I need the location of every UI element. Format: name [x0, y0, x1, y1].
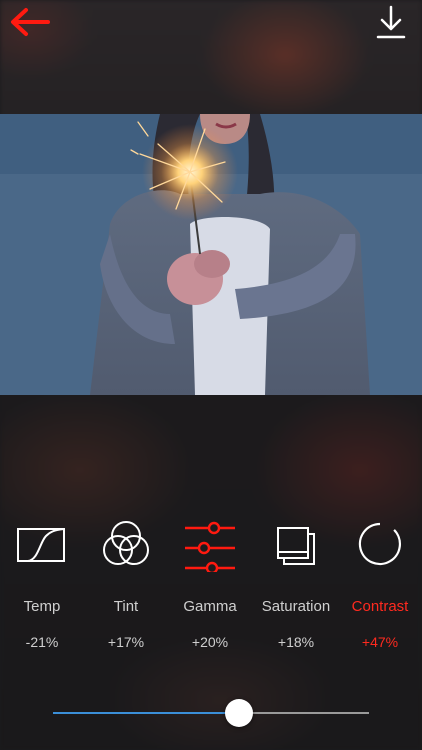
- curve-square-icon: [14, 516, 70, 572]
- open-circle-icon: [352, 516, 408, 572]
- adjustment-slider[interactable]: [53, 698, 369, 728]
- tool-label: Contrast: [351, 598, 409, 615]
- tool-value: +47%: [361, 634, 399, 650]
- stacked-squares-icon: [268, 516, 324, 572]
- tool-value: +17%: [107, 634, 145, 650]
- adjustment-toolbar: Temp -21% Tint +17% Gamma +20% Saturatio…: [0, 512, 422, 672]
- back-button[interactable]: [8, 4, 54, 40]
- tool-value: +20%: [191, 634, 229, 650]
- tool-contrast[interactable]: Contrast +47%: [338, 512, 422, 662]
- tool-tint[interactable]: Tint +17%: [84, 512, 168, 662]
- tool-saturation[interactable]: Saturation +18%: [254, 512, 338, 662]
- top-bar: [0, 0, 422, 60]
- tool-label: Gamma: [183, 598, 237, 615]
- photo-preview: [0, 114, 422, 395]
- tool-temp[interactable]: Temp -21%: [0, 512, 84, 662]
- arrow-left-icon: [11, 8, 50, 36]
- tool-label: Temp: [23, 598, 61, 615]
- tool-value: -21%: [25, 634, 59, 650]
- photo-image: [0, 114, 422, 395]
- tool-gamma[interactable]: Gamma +20%: [168, 512, 252, 662]
- sliders-icon: [182, 516, 238, 575]
- slider-thumb[interactable]: [225, 699, 254, 727]
- slider-fill: [53, 712, 240, 714]
- tool-value: +18%: [277, 634, 315, 650]
- download-button[interactable]: [374, 4, 408, 42]
- tool-label: Tint: [113, 598, 139, 615]
- tool-label: Saturation: [261, 598, 331, 615]
- download-icon: [376, 5, 406, 39]
- three-circles-icon: [98, 516, 154, 572]
